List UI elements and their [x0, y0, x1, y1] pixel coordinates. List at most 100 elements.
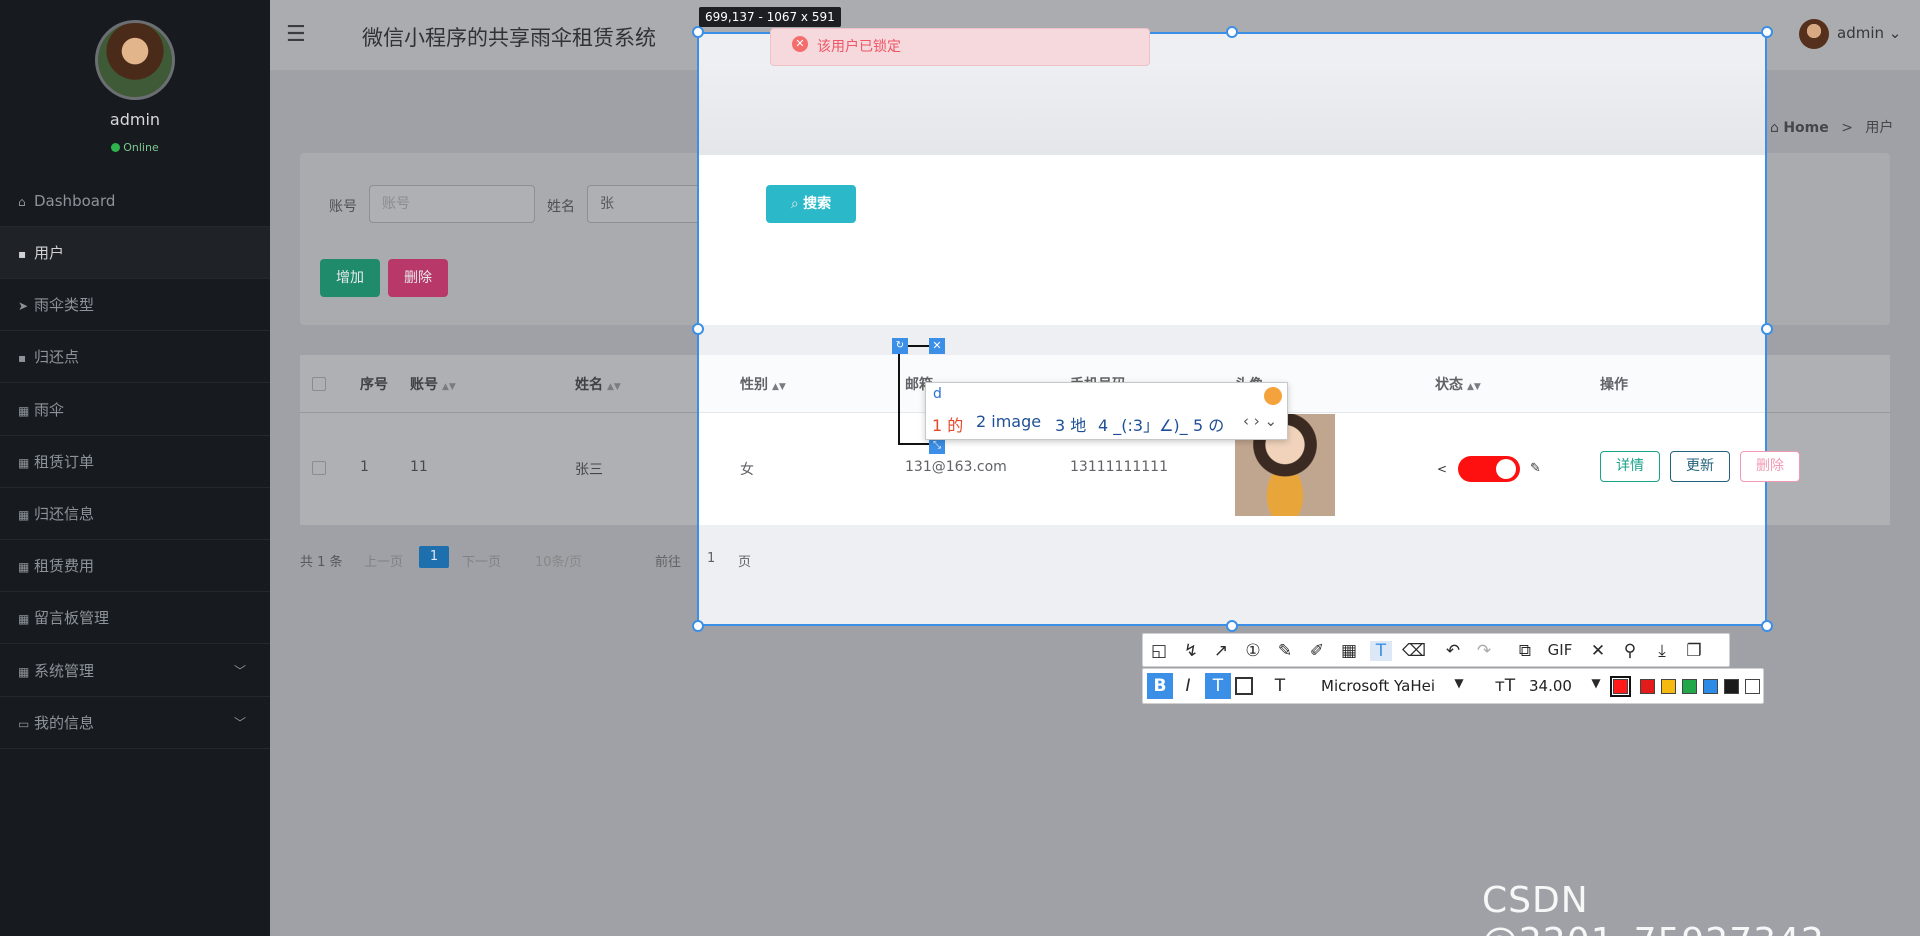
- color-swatch-selected[interactable]: [1610, 676, 1631, 697]
- screen-record-icon[interactable]: ⧉: [1514, 641, 1536, 661]
- account-search-input[interactable]: 账号: [369, 185, 535, 223]
- copy-icon[interactable]: ❐: [1683, 641, 1705, 661]
- pagination-prev[interactable]: 上一页: [364, 551, 403, 570]
- download-icon[interactable]: ⤓: [1651, 641, 1673, 661]
- pin-icon[interactable]: ⚲: [1619, 641, 1641, 661]
- gif-button[interactable]: GIF: [1546, 641, 1574, 659]
- chevron-down-icon[interactable]: ▼: [1585, 676, 1607, 690]
- cell-email: 131@163.com: [905, 459, 1007, 475]
- breadcrumb-home[interactable]: Home: [1783, 120, 1828, 136]
- ime-candidate-3[interactable]: 3 地: [1055, 412, 1086, 436]
- mosaic-icon[interactable]: ▦: [1338, 641, 1360, 661]
- user-menu-label: admin: [1837, 24, 1884, 42]
- eraser-icon[interactable]: ⌫: [1402, 641, 1426, 661]
- cell-account: 11: [410, 459, 428, 475]
- cell-index: 1: [360, 459, 369, 475]
- resize-handle[interactable]: [1761, 620, 1773, 632]
- sidebar-item-return-points[interactable]: ▪ 归还点: [0, 331, 270, 383]
- ime-candidate-1[interactable]: 1 的: [932, 412, 963, 436]
- sidebar-item-my-info[interactable]: ▭ 我的信息 ﹀: [0, 697, 270, 749]
- sidebar-username: admin: [109, 110, 161, 129]
- redo-icon[interactable]: ↷: [1473, 641, 1495, 661]
- sort-icon: ▲▼: [607, 382, 621, 392]
- column-header-status[interactable]: 状态 ▲▼: [1435, 374, 1481, 394]
- resize-handle[interactable]: [1761, 323, 1773, 335]
- pencil-icon[interactable]: ✎: [1274, 641, 1296, 661]
- sidebar-item-message-board[interactable]: ▦ 留言板管理: [0, 592, 270, 644]
- resize-handle[interactable]: [692, 323, 704, 335]
- error-toast: 该用户已锁定: [770, 28, 1150, 66]
- delete-button[interactable]: 删除: [388, 259, 448, 297]
- user-avatar[interactable]: [1799, 19, 1829, 49]
- number-marker-icon[interactable]: ①: [1242, 641, 1264, 661]
- resize-handle[interactable]: [1226, 620, 1238, 632]
- menu-toggle-icon[interactable]: ☰: [286, 22, 306, 47]
- resize-icon[interactable]: ⤡: [929, 438, 945, 454]
- color-swatch-blue[interactable]: [1703, 679, 1718, 694]
- pagination-goto-input[interactable]: 1: [707, 551, 715, 566]
- ime-candidate-5[interactable]: 5 の: [1193, 412, 1224, 436]
- close-icon[interactable]: ✕: [1587, 641, 1609, 661]
- column-header-name[interactable]: 姓名 ▲▼: [575, 374, 621, 394]
- font-size-select[interactable]: 34.00: [1529, 677, 1572, 695]
- color-swatch-white[interactable]: [1745, 679, 1760, 694]
- resize-handle[interactable]: [1226, 26, 1238, 38]
- sidebar-item-dashboard[interactable]: ⌂ Dashboard: [0, 175, 270, 227]
- arrow-icon[interactable]: ↗: [1210, 641, 1232, 661]
- text-tool-icon[interactable]: T: [1370, 641, 1392, 661]
- color-swatch-green[interactable]: [1682, 679, 1697, 694]
- rotate-icon[interactable]: ↻: [892, 338, 908, 354]
- column-header-gender[interactable]: 性别 ▲▼: [740, 374, 786, 394]
- grid-icon: ▦: [18, 508, 30, 522]
- chevron-down-icon[interactable]: ▼: [1448, 676, 1470, 690]
- sidebar-item-rental-fees[interactable]: ▦ 租赁费用: [0, 540, 270, 592]
- resize-handle[interactable]: [692, 26, 704, 38]
- bold-icon[interactable]: B: [1147, 673, 1173, 699]
- captured-breadcrumb-area: [699, 70, 1765, 155]
- column-header-account[interactable]: 账号 ▲▼: [410, 374, 456, 394]
- ime-candidate-2[interactable]: 2 image: [976, 412, 1041, 431]
- sidebar-item-return-info[interactable]: ▦ 归还信息: [0, 488, 270, 540]
- add-button[interactable]: 增加: [320, 259, 380, 297]
- font-family-select[interactable]: Microsoft YaHei: [1321, 677, 1435, 695]
- share-icon[interactable]: <: [1437, 462, 1447, 476]
- update-button[interactable]: 更新: [1670, 451, 1730, 482]
- account-label: 账号: [329, 199, 357, 215]
- resize-handle[interactable]: [692, 620, 704, 632]
- color-swatch-black[interactable]: [1724, 679, 1739, 694]
- sidebar-item-rental-orders[interactable]: ▦ 租赁订单: [0, 436, 270, 488]
- highlighter-icon[interactable]: ✐: [1306, 641, 1328, 661]
- close-icon[interactable]: ✕: [929, 338, 945, 354]
- resize-handle[interactable]: [1761, 26, 1773, 38]
- undo-icon[interactable]: ↶: [1442, 641, 1464, 661]
- italic-icon[interactable]: I: [1177, 676, 1199, 696]
- pagination-total: 共 1 条: [300, 555, 343, 570]
- detail-button[interactable]: 详情: [1600, 451, 1660, 482]
- sidebar-item-umbrella-types[interactable]: ➤ 雨伞类型: [0, 279, 270, 331]
- sidebar-item-umbrellas[interactable]: ▦ 雨伞: [0, 384, 270, 436]
- row-delete-button[interactable]: 删除: [1740, 451, 1800, 482]
- row-checkbox[interactable]: [312, 461, 326, 475]
- ime-page-arrows-icon[interactable]: ‹ › ⌄: [1243, 412, 1277, 430]
- text-background-icon[interactable]: [1235, 677, 1253, 695]
- user-menu[interactable]: admin ⌄: [1837, 24, 1901, 42]
- column-header-actions: 操作: [1600, 377, 1628, 393]
- pagination-per-page[interactable]: 10条/页: [535, 551, 582, 570]
- curve-arrow-icon[interactable]: ↯: [1180, 641, 1202, 661]
- color-swatch-yellow[interactable]: [1661, 679, 1676, 694]
- ime-logo-icon[interactable]: [1264, 387, 1282, 405]
- pagination-page-current[interactable]: 1: [419, 546, 449, 568]
- search-button-highlighted[interactable]: ⌕ 搜索: [766, 185, 856, 223]
- name-label: 姓名: [547, 199, 575, 215]
- color-swatch-red[interactable]: [1640, 679, 1655, 694]
- edit-icon[interactable]: ✎: [1530, 461, 1541, 476]
- sidebar-item-users[interactable]: ▪ 用户: [0, 227, 270, 279]
- select-all-checkbox[interactable]: [312, 377, 326, 391]
- sidebar-item-system[interactable]: ▦ 系统管理 ﹀: [0, 645, 270, 697]
- status-toggle[interactable]: [1458, 456, 1520, 482]
- pagination-next[interactable]: 下一页: [462, 551, 501, 570]
- ime-candidate-4[interactable]: 4 _(:3」∠)_: [1098, 412, 1188, 436]
- shape-icon[interactable]: ◱: [1148, 641, 1170, 661]
- text-outline-icon[interactable]: T: [1205, 673, 1231, 699]
- column-header-label: 姓名: [575, 377, 603, 393]
